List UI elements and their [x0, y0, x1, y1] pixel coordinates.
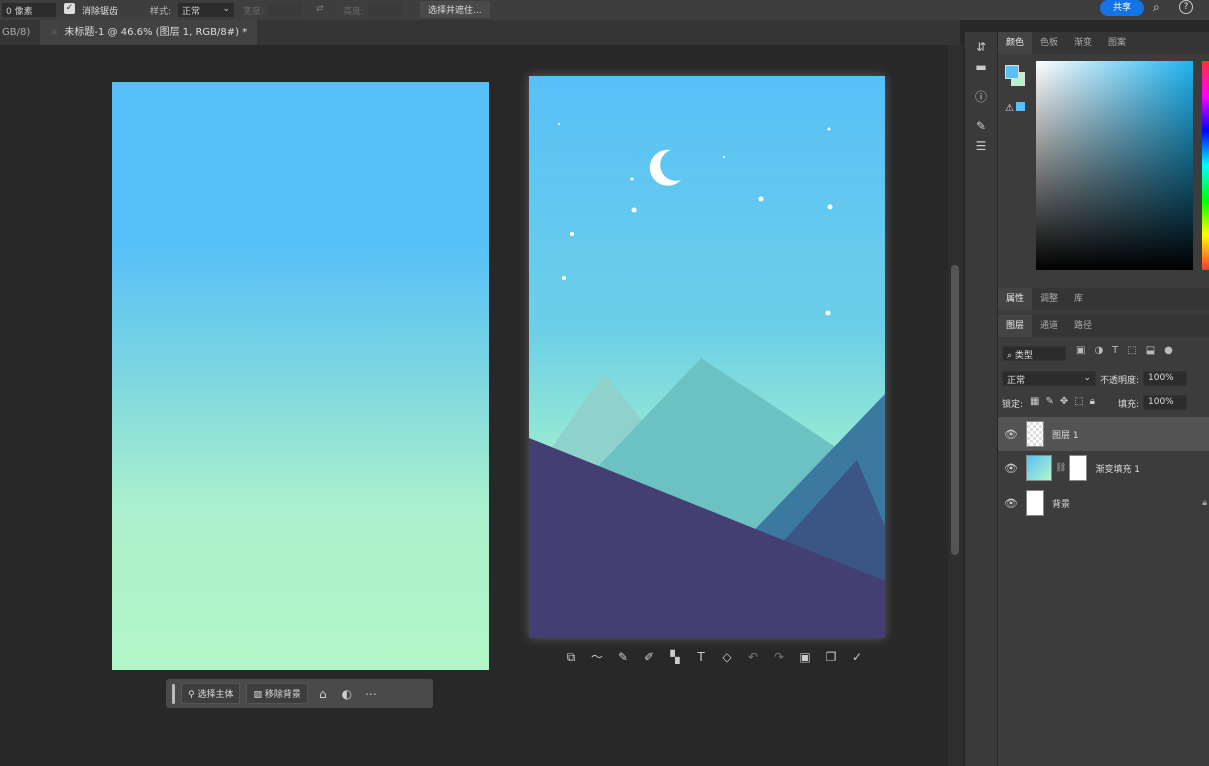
style-select[interactable]: 正常 ⌄: [178, 3, 234, 17]
feather-input[interactable]: 0 像素: [2, 3, 56, 17]
width-label: 宽度:: [243, 7, 265, 17]
tab-label: 未标题-1 @ 46.6% (图层 1, RGB/8#) *: [64, 27, 248, 38]
antialias-checkbox[interactable]: ✓: [64, 3, 75, 14]
eye-icon[interactable]: 👁︎: [998, 497, 1024, 510]
color-picker-field[interactable]: [1036, 61, 1193, 270]
share-button[interactable]: 共享: [1100, 0, 1144, 16]
tab-layers[interactable]: 图层: [998, 315, 1033, 337]
tab-swatches[interactable]: 色板: [1032, 32, 1066, 54]
hue-slider[interactable]: [1202, 61, 1209, 270]
height-input[interactable]: [368, 3, 402, 17]
eraser-icon[interactable]: ◇: [714, 650, 740, 664]
style-value: 正常: [182, 7, 201, 17]
document-tab-bar: GB/8) × 未标题-1 @ 46.6% (图层 1, RGB/8#) *: [0, 20, 960, 45]
swap-icon[interactable]: ⇄: [316, 4, 324, 14]
tab-previous-document[interactable]: GB/8): [0, 20, 32, 45]
drag-handle[interactable]: [172, 683, 175, 704]
tab-paths[interactable]: 路径: [1066, 315, 1100, 337]
tab-gradients[interactable]: 渐变: [1066, 32, 1100, 54]
close-icon[interactable]: ×: [50, 27, 58, 38]
properties-tabs: 属性 调整库: [998, 288, 1209, 310]
select-and-mask-button[interactable]: 选择并遮住...: [420, 1, 490, 18]
select-subject-button[interactable]: ⚲ 选择主体: [181, 683, 241, 704]
curve-icon[interactable]: 〜: [584, 648, 610, 665]
opacity-label: 不透明度:: [1100, 376, 1140, 386]
gamut-warning-icon[interactable]: ⚠: [1005, 102, 1025, 114]
height-label: 高度:: [343, 7, 365, 17]
tab-active-document[interactable]: × 未标题-1 @ 46.6% (图层 1, RGB/8#) *: [40, 20, 258, 45]
text-icon[interactable]: T: [688, 650, 714, 664]
tab-color[interactable]: 颜色: [998, 32, 1033, 54]
opacity-input[interactable]: 100%: [1143, 371, 1187, 386]
layer-filter-icons[interactable]: ▣◑T⬚⬓●: [1076, 345, 1182, 356]
layer-thumbnail: [1026, 421, 1044, 447]
undo-icon[interactable]: ↶: [740, 650, 766, 664]
contextual-taskbar: ⚲ 选择主体 ▨ 移除背景 ⌂ ◐ ⋯: [166, 679, 433, 708]
more-icon[interactable]: ⋯: [362, 687, 380, 701]
layer-row-layer1[interactable]: 👁︎ 图层 1: [998, 417, 1209, 451]
save-icon[interactable]: ▣: [792, 650, 818, 664]
panel-icon-column: ⇵ ▬ ⓘ ✎ ☰: [965, 32, 997, 766]
adjustment-icon[interactable]: ◐: [338, 687, 356, 701]
image-icon: ▨: [253, 690, 265, 700]
width-input[interactable]: [268, 3, 302, 17]
eye-icon[interactable]: 👁︎: [998, 462, 1024, 475]
layer-thumbnail: [1026, 490, 1044, 516]
shape-icon[interactable]: ⧉: [558, 650, 584, 665]
lock-icons[interactable]: ▦✎✥⬚🔒︎: [1030, 396, 1101, 407]
mountain-illustration-canvas[interactable]: [529, 76, 885, 638]
layer-name: 图层 1: [1052, 430, 1079, 441]
layer-name: 渐变填充 1: [1095, 464, 1141, 475]
sliders-icon[interactable]: ☰: [965, 139, 997, 153]
color-panel-tabs: 颜色 色板 渐变 图案: [998, 32, 1209, 54]
layer-row-background[interactable]: 👁︎ 背景 🔒︎: [998, 486, 1209, 520]
redo-icon[interactable]: ↷: [766, 650, 792, 664]
layer-row-gradient-fill[interactable]: 👁︎ ⛓ 渐变填充 1: [998, 451, 1209, 485]
right-panel: 颜色 色板 渐变 图案 ⚠ 属性 调整库 图层 通道 路径 ⌕ 类型 ▣◑T⬚⬓● 正常 ⌄ …: [998, 32, 1209, 766]
pencil-icon[interactable]: ✎: [610, 650, 636, 664]
help-icon[interactable]: ?: [1179, 0, 1193, 14]
highlighter-icon[interactable]: ✐: [636, 650, 662, 664]
tab-properties[interactable]: 属性: [998, 288, 1033, 310]
layers-tabs: 图层 通道 路径: [998, 315, 1209, 337]
antialias-label: 消除锯齿: [82, 7, 119, 17]
fill-input[interactable]: 100%: [1143, 395, 1187, 410]
eye-icon[interactable]: 👁︎: [998, 428, 1024, 441]
brush-icon[interactable]: ✎: [965, 119, 997, 133]
layer-filter-select[interactable]: ⌕ 类型: [1002, 346, 1066, 361]
tab-libraries[interactable]: 库: [1066, 288, 1091, 310]
gradient-canvas[interactable]: [112, 82, 489, 670]
layer-filter-value: 类型: [1014, 351, 1033, 361]
comment-icon[interactable]: ▬: [965, 60, 997, 74]
mask-thumbnail: [1069, 455, 1088, 481]
remove-background-button[interactable]: ▨ 移除背景: [246, 683, 308, 704]
transform-icon[interactable]: ⌂: [314, 687, 332, 701]
tab-patterns[interactable]: 图案: [1100, 32, 1134, 54]
scrollbar-thumb[interactable]: [951, 265, 959, 555]
tab-adjustments[interactable]: 调整: [1032, 288, 1066, 310]
lock-icon: 🔒︎: [1202, 498, 1207, 508]
lock-label: 锁定:: [1002, 400, 1024, 410]
remove-background-label: 移除背景: [264, 690, 301, 700]
fill-label: 填充:: [1118, 400, 1140, 410]
layer-name: 背景: [1052, 499, 1071, 510]
select-subject-label: 选择主体: [197, 690, 234, 700]
info-icon[interactable]: ⓘ: [965, 88, 997, 105]
history-icon[interactable]: ⇵: [965, 40, 997, 54]
copy-icon[interactable]: ❐: [818, 650, 844, 664]
tab-channels[interactable]: 通道: [1032, 315, 1066, 337]
gradient-thumbnail: [1026, 455, 1052, 481]
search-icon[interactable]: ⌕: [1153, 0, 1160, 15]
canvas-toolbar: ⧉ 〜 ✎ ✐ ▚ T ◇ ↶ ↷ ▣ ❐ ✓: [558, 648, 888, 668]
style-label: 样式:: [150, 7, 172, 17]
link-icon[interactable]: ⛓: [1055, 463, 1066, 473]
options-bar: 0 像素 ✓ 消除锯齿 样式: 正常 ⌄ 宽度: ⇄ 高度: 选择并遮住... 共…: [0, 0, 1209, 20]
chevron-down-icon: ⌄: [222, 4, 230, 14]
blend-mode-value: 正常: [1007, 376, 1026, 386]
checkmark-icon[interactable]: ✓: [844, 650, 870, 664]
blend-mode-select[interactable]: 正常 ⌄: [1002, 371, 1096, 386]
fill-icon[interactable]: ▚: [662, 650, 688, 664]
foreground-color-swatch[interactable]: [1005, 65, 1019, 79]
